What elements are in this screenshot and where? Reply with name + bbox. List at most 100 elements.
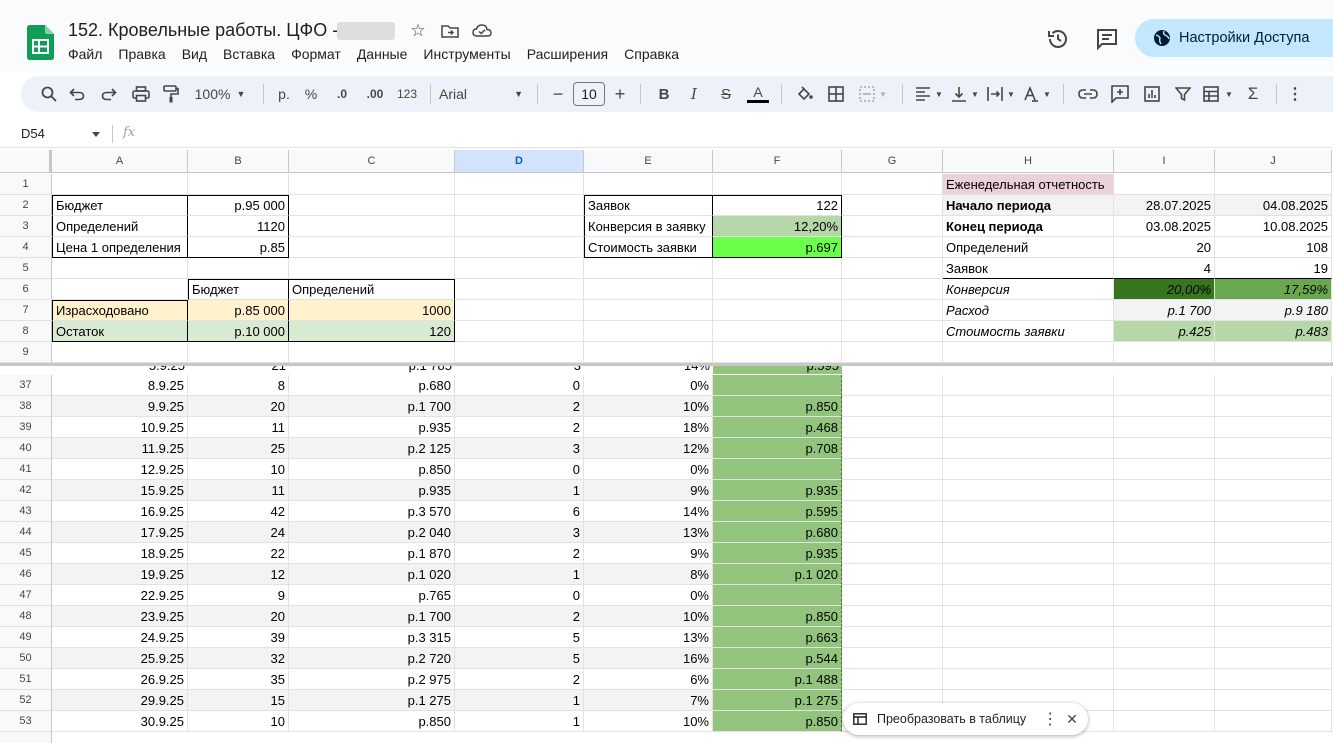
cell-definitions[interactable]: 15 xyxy=(188,690,289,711)
paint-format-icon[interactable] xyxy=(157,80,185,108)
cell-leads[interactable]: 1 xyxy=(455,480,584,501)
cell-lead-cost[interactable]: р.850 xyxy=(713,711,842,732)
cell-definitions[interactable]: 10 xyxy=(188,711,289,732)
cell-a2[interactable]: Бюджет xyxy=(52,195,188,216)
row-header[interactable]: 49 xyxy=(0,627,52,648)
row-header[interactable]: 9 xyxy=(0,342,52,363)
cell-empty[interactable] xyxy=(1114,438,1215,459)
row-header[interactable]: 4 xyxy=(0,237,52,258)
cell-j4[interactable]: 108 xyxy=(1215,237,1332,258)
cell-leads[interactable]: 3 xyxy=(455,438,584,459)
text-wrapping-icon[interactable]: ▼ xyxy=(983,80,1019,108)
cell-i7[interactable]: р.1 700 xyxy=(1114,300,1215,321)
more-options-icon[interactable]: ⋮ xyxy=(1285,80,1305,108)
cell-empty[interactable] xyxy=(1114,522,1215,543)
cell-lead-cost[interactable]: р.1 488 xyxy=(713,669,842,690)
cell-conversion[interactable]: 13% xyxy=(584,522,713,543)
row-header[interactable]: 1 xyxy=(0,174,52,195)
filter-views-icon[interactable]: ▼ xyxy=(1198,80,1238,108)
filter-icon[interactable] xyxy=(1168,80,1198,108)
cell-date[interactable]: 18.9.25 xyxy=(52,543,188,564)
cell-lead-cost[interactable]: р.1 275 xyxy=(713,690,842,711)
font-family-select[interactable]: Arial ▼ xyxy=(439,80,529,108)
cell-g8[interactable] xyxy=(842,321,943,342)
menu-help[interactable]: Справка xyxy=(624,45,687,63)
redo-icon[interactable] xyxy=(93,80,125,108)
cell-j6[interactable]: 17,59% xyxy=(1215,279,1332,300)
cell-lead-cost[interactable] xyxy=(713,585,842,606)
row-header[interactable]: 40 xyxy=(0,438,52,459)
cell-spend[interactable]: р.3 315 xyxy=(289,627,455,648)
percent-format-button[interactable]: % xyxy=(296,80,326,108)
cell-leads[interactable]: 0 xyxy=(455,375,584,396)
cell-empty[interactable] xyxy=(943,606,1114,627)
cell-empty[interactable] xyxy=(1114,690,1215,711)
cell-spend[interactable]: р.765 xyxy=(289,585,455,606)
cell-j9[interactable] xyxy=(1215,342,1332,363)
cell-conversion[interactable]: 10% xyxy=(584,606,713,627)
cell-c8[interactable]: 120 xyxy=(289,321,455,342)
name-box-caret-icon[interactable] xyxy=(92,132,100,137)
cell-date[interactable]: 17.9.25 xyxy=(52,522,188,543)
cell-lead-cost[interactable]: р.708 xyxy=(713,438,842,459)
cell-empty[interactable] xyxy=(1215,417,1332,438)
row-header[interactable]: 6 xyxy=(0,279,52,300)
cell-empty[interactable] xyxy=(1215,375,1332,396)
row-header[interactable]: 43 xyxy=(0,501,52,522)
cell-leads[interactable]: 3 xyxy=(455,522,584,543)
cell-c6[interactable]: Определений xyxy=(289,279,455,300)
sheets-logo-icon[interactable] xyxy=(27,25,54,60)
star-icon[interactable]: ☆ xyxy=(408,21,428,41)
cell-leads[interactable]: 5 xyxy=(455,648,584,669)
insert-comment-icon[interactable] xyxy=(1104,80,1136,108)
row-header[interactable]: 46 xyxy=(0,564,52,585)
cell-i9[interactable] xyxy=(1114,342,1215,363)
cell-h4[interactable]: Определений xyxy=(943,237,1114,258)
cell-definitions[interactable]: 12 xyxy=(188,564,289,585)
cell-empty[interactable] xyxy=(1114,396,1215,417)
cell-empty[interactable] xyxy=(1215,690,1332,711)
cell-date[interactable]: 10.9.25 xyxy=(52,417,188,438)
cell-spend[interactable]: р.2 040 xyxy=(289,522,455,543)
cell-date[interactable]: 26.9.25 xyxy=(52,669,188,690)
cell-empty[interactable] xyxy=(842,606,943,627)
column-header-i[interactable]: I xyxy=(1114,150,1215,173)
cell-c3[interactable] xyxy=(289,216,455,237)
cell-empty[interactable] xyxy=(943,564,1114,585)
cell-empty[interactable] xyxy=(1114,459,1215,480)
column-header-j[interactable]: J xyxy=(1215,150,1332,173)
cell-i3[interactable]: 03.08.2025 xyxy=(1114,216,1215,237)
cell-empty[interactable] xyxy=(943,522,1114,543)
cell-definitions[interactable]: 9 xyxy=(188,585,289,606)
cell-conversion[interactable]: 18% xyxy=(584,417,713,438)
decrease-font-size-icon[interactable]: − xyxy=(546,80,570,108)
search-menus-icon[interactable] xyxy=(37,80,61,108)
cell-leads[interactable]: 2 xyxy=(455,606,584,627)
cell-j1[interactable] xyxy=(1215,174,1332,195)
cell-date[interactable]: 8.9.25 xyxy=(52,375,188,396)
cell-definitions[interactable]: 11 xyxy=(188,480,289,501)
cell-b5[interactable] xyxy=(188,258,289,279)
cell-a7[interactable]: Израсходовано xyxy=(52,300,188,321)
row-header[interactable]: 37 xyxy=(0,375,52,396)
version-history-icon[interactable] xyxy=(1043,24,1073,54)
row-header[interactable]: 5 xyxy=(0,258,52,279)
cell-spend[interactable]: р.2 125 xyxy=(289,438,455,459)
cell-g5[interactable] xyxy=(842,258,943,279)
menu-view[interactable]: Вид xyxy=(182,45,215,63)
cell-a1[interactable] xyxy=(52,174,188,195)
row-header[interactable]: 52 xyxy=(0,690,52,711)
cell-lead-cost[interactable]: р.1 020 xyxy=(713,564,842,585)
cell-h2[interactable]: Начало периода xyxy=(943,195,1114,216)
cell-conversion[interactable]: 16% xyxy=(584,648,713,669)
cell-definitions[interactable]: 8 xyxy=(188,375,289,396)
cell-spend[interactable]: р.850 xyxy=(289,459,455,480)
cell-f6[interactable] xyxy=(713,279,842,300)
merge-cells-icon[interactable]: ▼ xyxy=(852,80,894,108)
cell-empty[interactable] xyxy=(842,522,943,543)
cell-empty[interactable] xyxy=(943,417,1114,438)
cell-d4[interactable] xyxy=(455,237,584,258)
cell-spend[interactable]: р.935 xyxy=(289,417,455,438)
cell-d9[interactable] xyxy=(455,342,584,363)
strikethrough-icon[interactable]: S xyxy=(709,80,743,108)
